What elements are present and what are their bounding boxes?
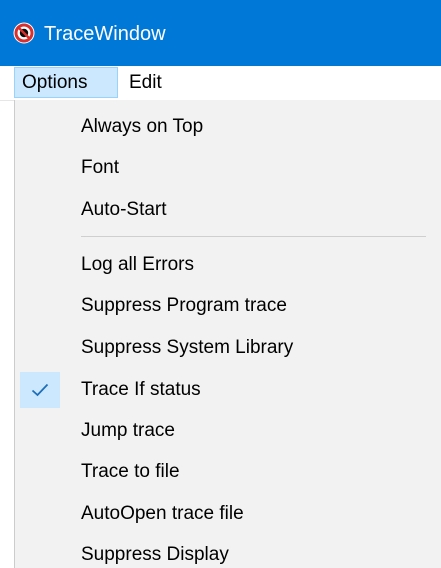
menu-item-label: Log all Errors <box>81 254 194 275</box>
menu-item-trace-to-file[interactable]: Trace to file <box>15 452 441 492</box>
menu-item-jump-trace[interactable]: Jump trace <box>15 411 441 451</box>
trace-window: TraceWindow Options Edit Always on Top F… <box>0 0 441 568</box>
menu-item-always-on-top[interactable]: Always on Top <box>15 107 441 147</box>
menu-separator <box>81 236 426 237</box>
menu-item-label: Trace to file <box>81 461 180 482</box>
title-bar[interactable]: TraceWindow <box>0 0 441 66</box>
menu-item-label: Font <box>81 157 120 178</box>
menu-item-label: Trace If status <box>81 379 201 400</box>
menu-item-label: Always on Top <box>81 116 204 137</box>
menu-item-label: Auto-Start <box>81 199 167 220</box>
menu-item-auto-start[interactable]: Auto-Start <box>15 190 441 230</box>
window-title: TraceWindow <box>44 23 166 45</box>
no-entry-icon <box>13 22 35 44</box>
menu-item-label: Suppress Program trace <box>81 295 287 316</box>
menu-item-suppress-system-library[interactable]: Suppress System Library <box>15 328 441 368</box>
menu-edit[interactable]: Edit <box>122 67 169 98</box>
menu-item-label: Suppress Display <box>81 544 229 565</box>
options-dropdown-menu: Always on Top Font Auto-Start Log all Er… <box>14 100 441 568</box>
checkmark-icon <box>31 383 49 397</box>
menu-item-label: Jump trace <box>81 420 175 441</box>
menu-item-label: Suppress System Library <box>81 337 294 358</box>
menu-item-trace-if-status[interactable]: Trace If status <box>15 370 441 410</box>
menu-item-suppress-display[interactable]: Suppress Display <box>15 535 441 568</box>
menu-item-font[interactable]: Font <box>15 148 441 188</box>
menu-bar: Options Edit <box>0 66 441 101</box>
menu-item-log-all-errors[interactable]: Log all Errors <box>15 245 441 285</box>
checkmark-box <box>20 372 60 408</box>
menu-item-autoopen-trace-file[interactable]: AutoOpen trace file <box>15 494 441 534</box>
menu-item-label: AutoOpen trace file <box>81 503 244 524</box>
menu-item-suppress-program-trace[interactable]: Suppress Program trace <box>15 286 441 326</box>
menu-options[interactable]: Options <box>14 67 118 98</box>
